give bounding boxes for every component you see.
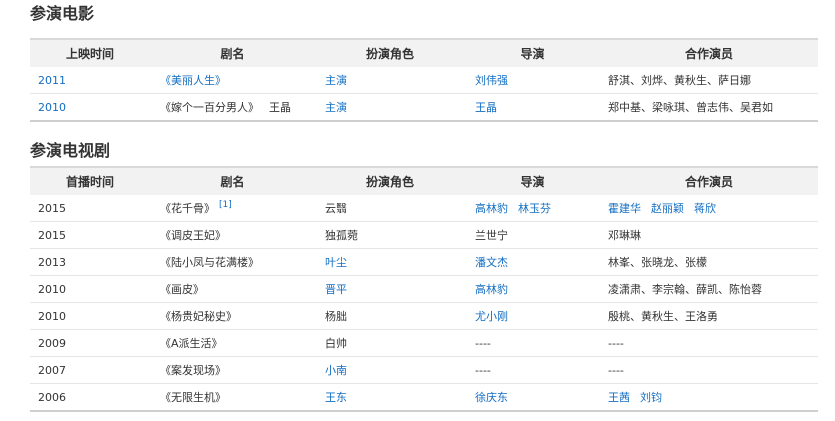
title-text: 《嫁个一百分男人》 xyxy=(160,101,259,114)
role-text: 杨胐 xyxy=(325,310,347,323)
director-link[interactable]: 王晶 xyxy=(475,101,497,114)
year-text: 2006 xyxy=(38,390,66,404)
column-header-title: 剧名 xyxy=(150,166,315,195)
director-link[interactable]: 高林豹 xyxy=(475,202,508,215)
role-text: 白帅 xyxy=(325,337,347,350)
column-header-role: 扮演角色 xyxy=(315,166,465,195)
director-text: ---- xyxy=(475,336,491,350)
column-header-costars: 合作演员 xyxy=(600,38,818,67)
title-text: 《无限生机》 xyxy=(160,391,226,404)
director-text: 兰世宁 xyxy=(475,229,508,242)
title-text: 《花千骨》 xyxy=(160,202,215,215)
role-text: 独孤菀 xyxy=(325,229,358,242)
director-link[interactable]: 尤小刚 xyxy=(475,310,508,323)
column-header-release-date: 上映时间 xyxy=(30,38,150,67)
title-text: 《画皮》 xyxy=(160,283,204,296)
column-header-director: 导演 xyxy=(465,38,600,67)
director-link[interactable]: 徐庆东 xyxy=(475,391,508,404)
role-link[interactable]: 小南 xyxy=(325,364,347,377)
section-title-movies: 参演电影 xyxy=(30,4,95,23)
role-text: 云翳 xyxy=(325,202,347,215)
year-text: 2010 xyxy=(38,282,66,296)
role-link[interactable]: 晋平 xyxy=(325,283,347,296)
year-text: 2007 xyxy=(38,363,66,377)
movies-table: 上映时间 剧名 扮演角色 导演 合作演员 2011 《美丽人生》 主演 刘伟强 … xyxy=(30,38,818,122)
title-text: 《陆小凤与花满楼》 xyxy=(160,256,259,269)
title-text: 《杨贵妃秘史》 xyxy=(160,310,237,323)
costars-text: 凌潇肃、李宗翰、薛凯、陈怡蓉 xyxy=(608,283,762,296)
table-row: 2011 《美丽人生》 主演 刘伟强 舒淇、刘烨、黄秋生、萨日娜 xyxy=(30,67,818,94)
table-row: 2010 《杨贵妃秘史》 杨胐 尤小刚 殷桃、黄秋生、王洛勇 xyxy=(30,302,818,330)
year-text: 2013 xyxy=(38,255,66,269)
column-header-premiere-date: 首播时间 xyxy=(30,166,150,195)
director-text: ---- xyxy=(475,363,491,377)
year-link[interactable]: 2010 xyxy=(38,101,66,114)
table-row: 2015 《花千骨》 [1] 云翳 高林豹 林玉芬 霍建华 赵丽颖 蒋欣 xyxy=(30,195,818,222)
table-row: 2015 《调皮王妃》 独孤菀 兰世宁 邓琳琳 xyxy=(30,221,818,249)
costars-text: ---- xyxy=(608,336,624,350)
title-text: 《调皮王妃》 xyxy=(160,229,226,242)
table-row: 2013 《陆小凤与花满楼》 叶尘 潘文杰 林峯、张晓龙、张檬 xyxy=(30,248,818,276)
table-row: 2007 《案发现场》 小南 ---- ---- xyxy=(30,356,818,384)
director-link[interactable]: 刘伟强 xyxy=(475,74,508,87)
costar-link[interactable]: 霍建华 xyxy=(608,202,641,215)
costars-text: 殷桃、黄秋生、王洛勇 xyxy=(608,310,718,323)
costars-text: 舒淇、刘烨、黄秋生、萨日娜 xyxy=(608,74,751,87)
costar-link[interactable]: 刘钧 xyxy=(640,391,662,404)
table-header-row: 上映时间 剧名 扮演角色 导演 合作演员 xyxy=(30,38,818,67)
role-link[interactable]: 叶尘 xyxy=(325,256,347,269)
title-link[interactable]: 《美丽人生》 xyxy=(160,74,226,87)
year-link[interactable]: 2011 xyxy=(38,74,66,87)
column-header-role: 扮演角色 xyxy=(315,38,465,67)
column-header-costars: 合作演员 xyxy=(600,166,818,195)
year-text: 2009 xyxy=(38,336,66,350)
costar-link[interactable]: 王茜 xyxy=(608,391,630,404)
title-text: 《A派生活》 xyxy=(160,337,223,350)
year-text: 2010 xyxy=(38,309,66,323)
costars-text: 郑中基、梁咏琪、曾志伟、吴君如 xyxy=(608,101,773,114)
costar-link[interactable]: 蒋欣 xyxy=(694,202,716,215)
table-row: 2009 《A派生活》 白帅 ---- ---- xyxy=(30,329,818,357)
tv-table: 首播时间 剧名 扮演角色 导演 合作演员 2015 《花千骨》 [1] 云翳 高林… xyxy=(30,166,818,412)
title-text: 《案发现场》 xyxy=(160,364,226,377)
director-link[interactable]: 潘文杰 xyxy=(475,256,508,269)
role-link[interactable]: 主演 xyxy=(325,74,347,87)
costar-link[interactable]: 赵丽颖 xyxy=(651,202,684,215)
table-row: 2006 《无限生机》 王东 徐庆东 王茜 刘钧 xyxy=(30,383,818,412)
role-link[interactable]: 主演 xyxy=(325,101,347,114)
costars-text: 林峯、张晓龙、张檬 xyxy=(608,256,707,269)
column-header-title: 剧名 xyxy=(150,38,315,67)
table-row: 2010 《嫁个一百分男人》 王晶 主演 王晶 郑中基、梁咏琪、曾志伟、吴君如 xyxy=(30,93,818,122)
title-extra-text: 王晶 xyxy=(269,101,291,114)
section-title-tv: 参演电视剧 xyxy=(30,141,111,160)
table-row: 2010 《画皮》 晋平 高林豹 凌潇肃、李宗翰、薛凯、陈怡蓉 xyxy=(30,275,818,303)
director-link[interactable]: 林玉芬 xyxy=(518,202,551,215)
column-header-director: 导演 xyxy=(465,166,600,195)
year-text: 2015 xyxy=(38,228,66,242)
director-link[interactable]: 高林豹 xyxy=(475,283,508,296)
table-header-row: 首播时间 剧名 扮演角色 导演 合作演员 xyxy=(30,166,818,195)
costars-text: ---- xyxy=(608,363,624,377)
costars-text: 邓琳琳 xyxy=(608,229,641,242)
reference-link[interactable]: [1] xyxy=(219,200,232,210)
year-text: 2015 xyxy=(38,201,66,215)
role-link[interactable]: 王东 xyxy=(325,391,347,404)
